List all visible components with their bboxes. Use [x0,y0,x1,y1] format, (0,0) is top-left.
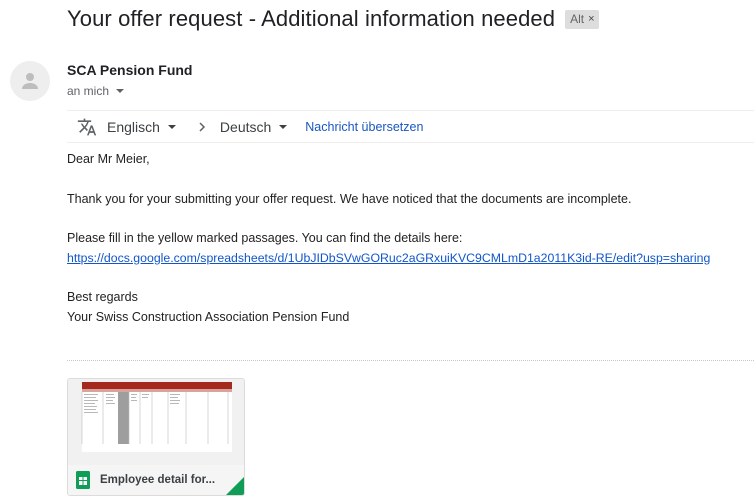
attachment-type-corner [225,476,244,495]
attachment-card[interactable]: Employee detail for... [67,378,245,496]
label-chip[interactable]: Alt × [565,9,599,29]
remove-label-icon[interactable]: × [588,13,594,25]
email-subject-row: Your offer request - Additional informat… [67,4,599,34]
attachments-divider [67,360,754,361]
recipient-label: an mich [67,84,110,98]
attachment-thumbnail [68,379,244,465]
body-paragraph-1: Thank you for your submitting your offer… [67,191,632,206]
body-paragraph-2: Please fill in the yellow marked passage… [67,231,463,245]
translate-message-link[interactable]: Nachricht übersetzen [305,120,423,134]
recipient-details-toggle[interactable]: an mich [67,84,125,98]
translate-bar: Englisch Deutsch Nachricht übersetzen [67,110,754,143]
email-view: Your offer request - Additional informat… [0,0,754,504]
email-subject: Your offer request - Additional informat… [67,6,556,31]
attachment-footer: Employee detail for... [68,465,244,495]
attachment-name: Employee detail for... [100,474,216,486]
target-language-label: Deutsch [219,118,272,135]
greeting: Dear Mr Meier, [67,152,150,166]
label-chip-text: Alt [570,12,585,26]
closing: Best regards [67,290,138,304]
spreadsheet-link[interactable]: https://docs.google.com/spreadsheets/d/1… [67,251,710,265]
google-sheets-icon [76,471,90,489]
chevron-right-icon [199,121,205,132]
chevron-down-icon [167,124,176,129]
target-language-select[interactable]: Deutsch [219,118,288,135]
translate-icon [77,118,97,135]
source-language-select[interactable]: Englisch [107,119,176,135]
chevron-down-icon [116,89,125,93]
signature: Your Swiss Construction Association Pens… [67,309,350,324]
sender-name[interactable]: SCA Pension Fund [67,62,192,78]
email-body: Dear Mr Meier, Thank you for your submit… [67,150,754,327]
chevron-down-icon [279,124,288,129]
sender-avatar[interactable] [10,61,50,101]
source-language-label: Englisch [107,118,160,135]
person-icon [22,73,38,89]
